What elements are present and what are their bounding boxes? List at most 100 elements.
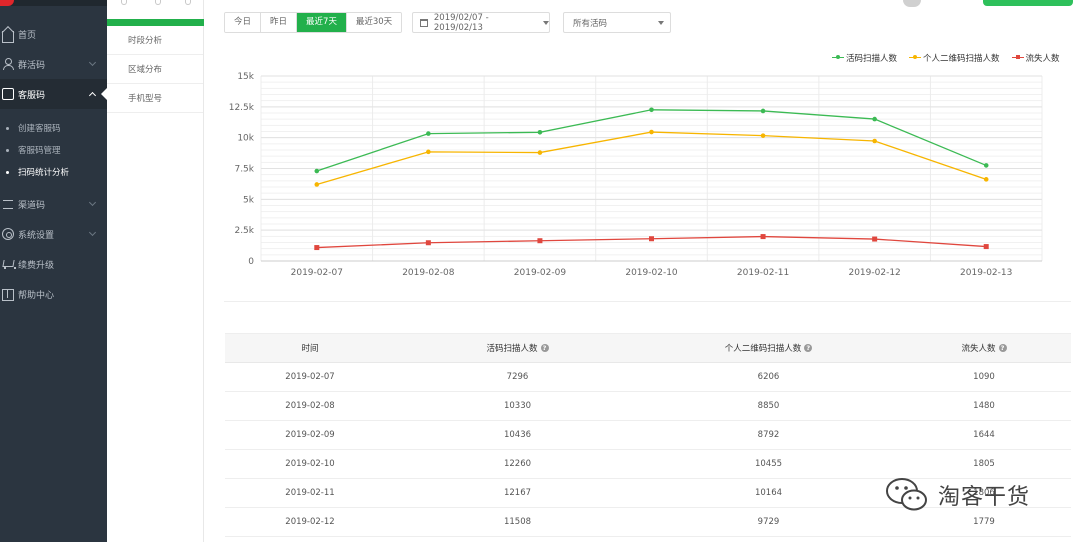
table-cell: 2019-02-10 <box>285 459 335 469</box>
data-point-personal <box>649 129 654 135</box>
table-cell: 1090 <box>973 372 995 382</box>
submenu-item-region[interactable]: 区域分布 <box>107 55 203 84</box>
table-cell: 8850 <box>757 401 780 411</box>
x-tick-label: 2019-02-08 <box>402 268 455 278</box>
sidebar-item-service-code[interactable]: 客服码 <box>0 79 107 109</box>
caret-down-icon <box>543 20 549 25</box>
wechat-logo-icon <box>886 478 927 511</box>
sidebar-item-label: 帮助中心 <box>18 290 55 301</box>
sidebar: 首页 群活码 客服码 创建客服码 客服码管理 扫码统计分析 渠道码 系统设置 续… <box>0 0 107 542</box>
sidebar-subitem-scan-stats[interactable]: 扫码统计分析 <box>0 161 107 183</box>
data-point-lost <box>314 245 320 251</box>
data-point-personal <box>872 138 877 144</box>
header-time: 时间 <box>225 334 395 362</box>
help-icon[interactable]: ? <box>540 344 549 352</box>
chevron-up-icon <box>88 91 97 100</box>
gear-icon <box>2 228 14 240</box>
table-cell: 1644 <box>973 430 995 440</box>
avatar[interactable] <box>903 0 921 7</box>
y-tick-label: 0 <box>248 257 254 267</box>
sidebar-item-renew[interactable]: 续费升级 <box>0 249 107 279</box>
data-point-personal <box>314 182 320 187</box>
sidebar-subitem-label: 客服码管理 <box>18 146 61 156</box>
table-row: 2019-02-09 10436 8792 1644 <box>225 421 1071 450</box>
data-point-lost <box>649 236 654 242</box>
sidebar-subitem-label: 扫码统计分析 <box>18 168 70 178</box>
range-30days-button[interactable]: 最近30天 <box>347 13 401 32</box>
table-cell: 12260 <box>503 459 532 469</box>
y-tick-label: 2.5k <box>234 226 254 236</box>
table-cell: 8792 <box>757 430 780 440</box>
table-cell: 2019-02-07 <box>285 372 335 382</box>
table-cell: 11508 <box>503 517 532 527</box>
code-select-value: 所有活码 <box>573 18 608 29</box>
date-range-segmented: 今日 昨日 最近7天 最近30天 <box>224 12 402 33</box>
y-tick-label: 15k <box>237 72 254 82</box>
sidebar-subitem-create[interactable]: 创建客服码 <box>0 117 107 139</box>
table-cell: 10164 <box>754 488 783 498</box>
header-label: 流失人数 <box>961 344 996 354</box>
table-cell: 6206 <box>757 372 780 382</box>
data-point-active <box>537 129 543 135</box>
x-tick-label: 2019-02-13 <box>960 268 1012 278</box>
upgrade-button[interactable] <box>983 0 1073 6</box>
help-icon[interactable]: ? <box>998 344 1007 352</box>
header-label: 活码扫描人数 <box>486 344 538 354</box>
table-header: 时间 活码扫描人数? 个人二维码扫描人数? 流失人数? <box>225 333 1071 363</box>
submenu-item-label: 区域分布 <box>128 65 163 75</box>
sidebar-item-label: 客服码 <box>18 90 46 101</box>
bullet-icon <box>6 126 9 130</box>
data-point-lost <box>425 240 431 246</box>
sidebar-item-settings[interactable]: 系统设置 <box>0 219 107 249</box>
sidebar-item-channel-code[interactable]: 渠道码 <box>0 189 107 219</box>
submenu-item-label: 时段分析 <box>128 36 163 46</box>
sidebar-item-group-code[interactable]: 群活码 <box>0 49 107 79</box>
sidebar-subitem-manage[interactable]: 客服码管理 <box>0 139 107 161</box>
submenu-item-phone-model[interactable]: 手机型号 <box>107 84 203 113</box>
analysis-submenu: 时段分析 区域分布 手机型号 <box>107 0 204 542</box>
channel-icon <box>2 198 14 210</box>
phone-icon <box>2 88 14 100</box>
bullet-icon <box>6 148 9 152</box>
submenu-item-time-period[interactable]: 时段分析 <box>107 26 203 55</box>
sidebar-item-label: 渠道码 <box>18 200 46 211</box>
range-7days-button[interactable]: 最近7天 <box>297 13 347 32</box>
table-cell: 1480 <box>973 401 995 411</box>
submenu-item-label: 手机型号 <box>128 94 163 104</box>
data-point-lost <box>537 238 543 244</box>
watermark-text: 淘客干货 <box>938 485 1031 510</box>
code-select[interactable]: 所有活码 <box>563 12 671 33</box>
sidebar-item-label: 首页 <box>18 30 37 41</box>
submenu-active-indicator <box>107 19 204 26</box>
sidebar-item-home[interactable]: 首页 <box>0 19 107 49</box>
sidebar-item-help[interactable]: 帮助中心 <box>0 279 107 309</box>
x-tick-label: 2019-02-09 <box>514 268 567 278</box>
series-line-personal <box>316 131 987 186</box>
caret-down-icon <box>658 21 664 25</box>
data-point-active <box>649 107 654 113</box>
data-point-lost <box>872 236 878 242</box>
app-logo <box>0 0 14 6</box>
data-point-personal <box>426 149 431 155</box>
table-cell: 7296 <box>506 372 529 382</box>
data-point-active <box>872 116 877 122</box>
data-point-lost <box>760 234 766 240</box>
range-today-button[interactable]: 今日 <box>225 13 261 32</box>
header-label: 个人二维码扫描人数 <box>724 344 802 354</box>
header-lost: 流失人数? <box>897 334 1071 362</box>
help-icon[interactable]: ? <box>804 344 813 352</box>
chevron-down-icon <box>88 228 97 237</box>
home-icon <box>2 31 14 43</box>
data-point-personal <box>537 150 543 155</box>
header-active-scans: 活码扫描人数? <box>395 334 640 362</box>
data-point-personal <box>983 177 989 182</box>
table-row: 2019-02-07 7296 6206 1090 <box>225 363 1071 392</box>
data-point-active <box>314 168 320 174</box>
chevron-down-icon <box>88 198 97 207</box>
range-yesterday-button[interactable]: 昨日 <box>261 13 297 32</box>
sidebar-item-label: 续费升级 <box>18 260 55 271</box>
y-tick-label: 12.5k <box>229 103 255 113</box>
table-cell: 2019-02-11 <box>285 488 335 498</box>
date-range-picker[interactable]: 2019/02/07 - 2019/02/13 <box>412 12 550 33</box>
table-cell: 10330 <box>503 401 532 411</box>
